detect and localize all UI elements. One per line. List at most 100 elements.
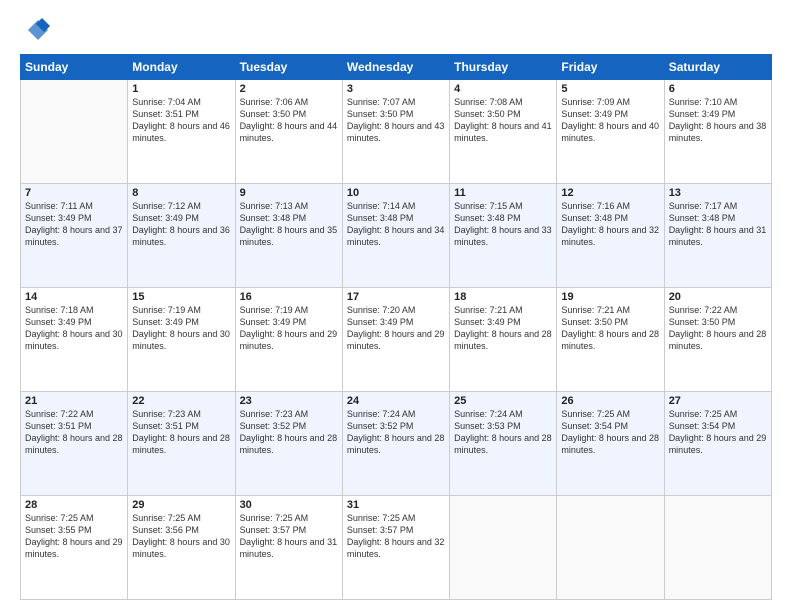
cell-5-7 — [664, 496, 771, 600]
cell-info: Sunrise: 7:12 AMSunset: 3:49 PMDaylight:… — [132, 200, 230, 249]
sunset-text: Sunset: 3:56 PM — [132, 524, 230, 536]
sunrise-text: Sunrise: 7:25 AM — [347, 512, 445, 524]
sunset-text: Sunset: 3:48 PM — [561, 212, 659, 224]
header — [20, 16, 772, 44]
cell-1-3: 2Sunrise: 7:06 AMSunset: 3:50 PMDaylight… — [235, 80, 342, 184]
daylight-text: Daylight: 8 hours and 30 minutes. — [25, 328, 123, 352]
sunset-text: Sunset: 3:49 PM — [347, 316, 445, 328]
daylight-text: Daylight: 8 hours and 28 minutes. — [561, 432, 659, 456]
day-number: 14 — [25, 291, 123, 303]
cell-2-2: 8Sunrise: 7:12 AMSunset: 3:49 PMDaylight… — [128, 184, 235, 288]
day-number: 26 — [561, 395, 659, 407]
sunrise-text: Sunrise: 7:20 AM — [347, 304, 445, 316]
sunrise-text: Sunrise: 7:21 AM — [454, 304, 552, 316]
cell-info: Sunrise: 7:22 AMSunset: 3:50 PMDaylight:… — [669, 304, 767, 353]
col-header-thursday: Thursday — [450, 55, 557, 80]
sunset-text: Sunset: 3:49 PM — [240, 316, 338, 328]
sunset-text: Sunset: 3:50 PM — [669, 316, 767, 328]
sunset-text: Sunset: 3:49 PM — [132, 212, 230, 224]
cell-1-6: 5Sunrise: 7:09 AMSunset: 3:49 PMDaylight… — [557, 80, 664, 184]
sunrise-text: Sunrise: 7:06 AM — [240, 96, 338, 108]
day-number: 3 — [347, 83, 445, 95]
day-number: 25 — [454, 395, 552, 407]
sunrise-text: Sunrise: 7:18 AM — [25, 304, 123, 316]
cell-info: Sunrise: 7:10 AMSunset: 3:49 PMDaylight:… — [669, 96, 767, 145]
cell-3-2: 15Sunrise: 7:19 AMSunset: 3:49 PMDayligh… — [128, 288, 235, 392]
cell-info: Sunrise: 7:11 AMSunset: 3:49 PMDaylight:… — [25, 200, 123, 249]
col-header-sunday: Sunday — [21, 55, 128, 80]
page: SundayMondayTuesdayWednesdayThursdayFrid… — [0, 0, 792, 612]
cell-info: Sunrise: 7:14 AMSunset: 3:48 PMDaylight:… — [347, 200, 445, 249]
cell-5-5 — [450, 496, 557, 600]
daylight-text: Daylight: 8 hours and 28 minutes. — [669, 328, 767, 352]
cell-3-7: 20Sunrise: 7:22 AMSunset: 3:50 PMDayligh… — [664, 288, 771, 392]
daylight-text: Daylight: 8 hours and 32 minutes. — [561, 224, 659, 248]
day-number: 1 — [132, 83, 230, 95]
week-row-3: 14Sunrise: 7:18 AMSunset: 3:49 PMDayligh… — [21, 288, 772, 392]
daylight-text: Daylight: 8 hours and 28 minutes. — [347, 432, 445, 456]
cell-3-5: 18Sunrise: 7:21 AMSunset: 3:49 PMDayligh… — [450, 288, 557, 392]
cell-1-7: 6Sunrise: 7:10 AMSunset: 3:49 PMDaylight… — [664, 80, 771, 184]
day-number: 19 — [561, 291, 659, 303]
cell-2-7: 13Sunrise: 7:17 AMSunset: 3:48 PMDayligh… — [664, 184, 771, 288]
daylight-text: Daylight: 8 hours and 40 minutes. — [561, 120, 659, 144]
sunset-text: Sunset: 3:57 PM — [240, 524, 338, 536]
sunrise-text: Sunrise: 7:25 AM — [25, 512, 123, 524]
daylight-text: Daylight: 8 hours and 28 minutes. — [132, 432, 230, 456]
sunrise-text: Sunrise: 7:17 AM — [669, 200, 767, 212]
sunset-text: Sunset: 3:49 PM — [25, 316, 123, 328]
cell-info: Sunrise: 7:09 AMSunset: 3:49 PMDaylight:… — [561, 96, 659, 145]
daylight-text: Daylight: 8 hours and 28 minutes. — [25, 432, 123, 456]
day-number: 23 — [240, 395, 338, 407]
cell-info: Sunrise: 7:08 AMSunset: 3:50 PMDaylight:… — [454, 96, 552, 145]
day-number: 29 — [132, 499, 230, 511]
sunset-text: Sunset: 3:48 PM — [454, 212, 552, 224]
sunrise-text: Sunrise: 7:11 AM — [25, 200, 123, 212]
sunrise-text: Sunrise: 7:21 AM — [561, 304, 659, 316]
day-number: 28 — [25, 499, 123, 511]
sunrise-text: Sunrise: 7:19 AM — [240, 304, 338, 316]
cell-4-3: 23Sunrise: 7:23 AMSunset: 3:52 PMDayligh… — [235, 392, 342, 496]
sunrise-text: Sunrise: 7:25 AM — [240, 512, 338, 524]
daylight-text: Daylight: 8 hours and 30 minutes. — [132, 328, 230, 352]
cell-info: Sunrise: 7:04 AMSunset: 3:51 PMDaylight:… — [132, 96, 230, 145]
sunrise-text: Sunrise: 7:24 AM — [347, 408, 445, 420]
day-number: 11 — [454, 187, 552, 199]
day-number: 20 — [669, 291, 767, 303]
sunset-text: Sunset: 3:48 PM — [240, 212, 338, 224]
daylight-text: Daylight: 8 hours and 36 minutes. — [132, 224, 230, 248]
day-number: 16 — [240, 291, 338, 303]
cell-info: Sunrise: 7:25 AMSunset: 3:55 PMDaylight:… — [25, 512, 123, 561]
logo-icon — [24, 16, 52, 44]
sunset-text: Sunset: 3:52 PM — [240, 420, 338, 432]
sunset-text: Sunset: 3:53 PM — [454, 420, 552, 432]
daylight-text: Daylight: 8 hours and 31 minutes. — [669, 224, 767, 248]
col-header-friday: Friday — [557, 55, 664, 80]
sunrise-text: Sunrise: 7:22 AM — [669, 304, 767, 316]
cell-info: Sunrise: 7:25 AMSunset: 3:56 PMDaylight:… — [132, 512, 230, 561]
cell-2-4: 10Sunrise: 7:14 AMSunset: 3:48 PMDayligh… — [342, 184, 449, 288]
cell-info: Sunrise: 7:24 AMSunset: 3:52 PMDaylight:… — [347, 408, 445, 457]
sunset-text: Sunset: 3:49 PM — [669, 108, 767, 120]
sunset-text: Sunset: 3:49 PM — [561, 108, 659, 120]
cell-4-4: 24Sunrise: 7:24 AMSunset: 3:52 PMDayligh… — [342, 392, 449, 496]
cell-5-1: 28Sunrise: 7:25 AMSunset: 3:55 PMDayligh… — [21, 496, 128, 600]
sunset-text: Sunset: 3:51 PM — [132, 108, 230, 120]
sunset-text: Sunset: 3:49 PM — [25, 212, 123, 224]
sunset-text: Sunset: 3:55 PM — [25, 524, 123, 536]
daylight-text: Daylight: 8 hours and 29 minutes. — [240, 328, 338, 352]
day-number: 18 — [454, 291, 552, 303]
sunrise-text: Sunrise: 7:25 AM — [669, 408, 767, 420]
cell-info: Sunrise: 7:18 AMSunset: 3:49 PMDaylight:… — [25, 304, 123, 353]
col-header-saturday: Saturday — [664, 55, 771, 80]
day-number: 21 — [25, 395, 123, 407]
cell-5-4: 31Sunrise: 7:25 AMSunset: 3:57 PMDayligh… — [342, 496, 449, 600]
col-header-monday: Monday — [128, 55, 235, 80]
cell-3-4: 17Sunrise: 7:20 AMSunset: 3:49 PMDayligh… — [342, 288, 449, 392]
cell-info: Sunrise: 7:23 AMSunset: 3:51 PMDaylight:… — [132, 408, 230, 457]
sunrise-text: Sunrise: 7:15 AM — [454, 200, 552, 212]
cell-1-5: 4Sunrise: 7:08 AMSunset: 3:50 PMDaylight… — [450, 80, 557, 184]
daylight-text: Daylight: 8 hours and 41 minutes. — [454, 120, 552, 144]
sunrise-text: Sunrise: 7:23 AM — [132, 408, 230, 420]
daylight-text: Daylight: 8 hours and 28 minutes. — [561, 328, 659, 352]
